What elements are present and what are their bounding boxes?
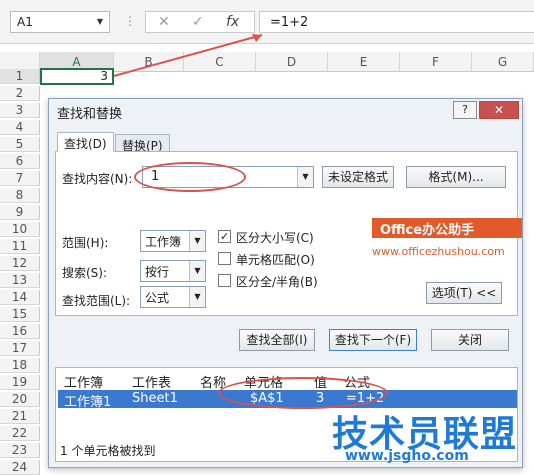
match-cell-checkbox[interactable]	[218, 252, 231, 265]
close-button[interactable]: 关闭	[431, 329, 509, 351]
format-button[interactable]: 格式(M)...	[406, 166, 506, 188]
row-header[interactable]: 3	[0, 103, 40, 118]
chevron-down-icon[interactable]: ▼	[189, 261, 205, 281]
office-site-watermark: www.officezhushou.com	[372, 245, 505, 258]
row-header[interactable]: 22	[0, 426, 40, 441]
result-workbook: 工作簿1	[64, 395, 112, 410]
annotation-oval	[134, 162, 246, 192]
format-status: 未设定格式	[322, 166, 394, 188]
row-header[interactable]: 21	[0, 409, 40, 424]
row-header[interactable]: 12	[0, 256, 40, 271]
row-header[interactable]: 11	[0, 239, 40, 254]
row-header[interactable]: 24	[0, 460, 40, 475]
help-button[interactable]: ?	[453, 101, 477, 119]
row-header[interactable]: 15	[0, 307, 40, 322]
status-text: 1 个单元格被找到	[60, 444, 156, 458]
chevron-down-icon[interactable]: ▼	[189, 287, 205, 307]
row-header[interactable]: 17	[0, 341, 40, 356]
find-all-button[interactable]: 查找全部(I)	[239, 329, 315, 351]
result-sheet: Sheet1	[132, 391, 178, 406]
row-header[interactable]: 9	[0, 205, 40, 220]
look-in-value: 公式	[145, 291, 170, 305]
chevron-down-icon[interactable]: ▼	[189, 231, 205, 251]
scope-label: 范围(H):	[62, 236, 109, 250]
row-header[interactable]: 16	[0, 324, 40, 339]
look-in-select[interactable]: 公式 ▼	[140, 286, 206, 308]
match-case-label: 区分大小写(C)	[236, 231, 314, 245]
row-header[interactable]: 23	[0, 443, 40, 458]
search-select[interactable]: 按行 ▼	[140, 260, 206, 282]
search-label: 搜索(S):	[62, 266, 108, 280]
close-window-button[interactable]: ✕	[479, 101, 519, 119]
row-header[interactable]: 7	[0, 171, 40, 186]
row-header[interactable]: 19	[0, 375, 40, 390]
scope-select[interactable]: 工作簿 ▼	[140, 230, 206, 252]
row-header[interactable]: 4	[0, 120, 40, 135]
column-header[interactable]: 工作表	[132, 372, 171, 391]
row-header[interactable]: 18	[0, 358, 40, 373]
options-button[interactable]: 选项(T) <<	[426, 282, 502, 304]
search-value: 按行	[145, 265, 170, 279]
row-header[interactable]: 10	[0, 222, 40, 237]
dialog-title: 查找和替换	[57, 107, 123, 122]
look-in-label: 查找范围(L):	[62, 294, 131, 308]
chevron-down-icon[interactable]: ▼	[297, 167, 313, 187]
row-header[interactable]: 5	[0, 137, 40, 152]
brand-site-watermark: www.jsgho.com	[345, 448, 469, 464]
find-next-button[interactable]: 查找下一个(F)	[329, 329, 417, 351]
row-header[interactable]: 14	[0, 290, 40, 305]
office-watermark: Office办公助手	[372, 218, 522, 238]
row-header[interactable]: 8	[0, 188, 40, 203]
scope-value: 工作簿	[145, 235, 182, 249]
tab-find[interactable]: 查找(D)	[57, 132, 114, 152]
match-width-label: 区分全/半角(B)	[236, 275, 318, 289]
row-header[interactable]: 6	[0, 154, 40, 169]
match-width-checkbox[interactable]	[218, 274, 231, 287]
annotation-arrow	[113, 34, 263, 77]
match-case-checkbox[interactable]: ✓	[218, 230, 231, 243]
row-header[interactable]: 13	[0, 273, 40, 288]
find-what-label: 查找内容(N):	[62, 172, 133, 186]
match-cell-label: 单元格匹配(O)	[236, 253, 315, 267]
column-header[interactable]: 工作簿	[64, 372, 103, 391]
row-header[interactable]: 20	[0, 392, 40, 407]
